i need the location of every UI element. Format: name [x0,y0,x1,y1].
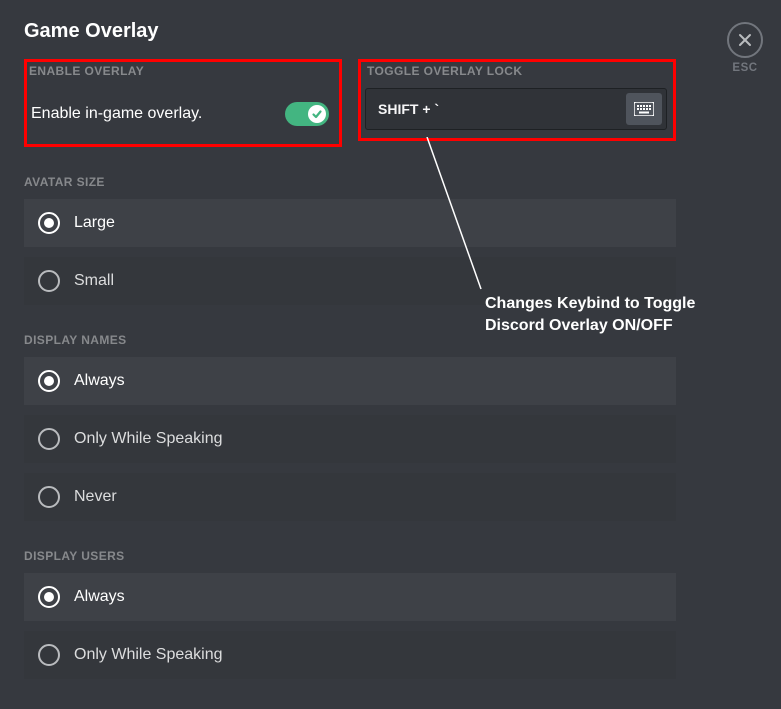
radio-icon [38,370,60,392]
radio-icon [38,586,60,608]
highlight-enable-overlay: ENABLE OVERLAY Enable in-game overlay. [24,59,342,147]
radio-label: Only While Speaking [74,430,223,448]
esc-label: ESC [727,62,763,74]
radio-label: Small [74,272,114,290]
radio-names-never[interactable]: Never [24,473,676,521]
enable-overlay-heading: ENABLE OVERLAY [29,64,337,78]
enable-overlay-label: Enable in-game overlay. [31,105,202,123]
keybind-input[interactable]: SHIFT + ` [365,88,667,130]
radio-users-always[interactable]: Always [24,573,676,621]
annotation-line1: Changes Keybind to Toggle [485,295,695,312]
radio-icon [38,486,60,508]
radio-label: Always [74,372,125,390]
radio-icon [38,270,60,292]
keyboard-icon [634,102,654,116]
display-users-heading: DISPLAY USERS [24,549,676,563]
annotation-text: Changes Keybind to Toggle Discord Overla… [485,293,695,336]
page-title: Game Overlay [24,20,676,43]
radio-icon [38,428,60,450]
keybind-value: SHIFT + ` [378,101,626,117]
display-names-group: Always Only While Speaking Never [24,357,676,521]
radio-users-speaking[interactable]: Only While Speaking [24,631,676,679]
radio-names-speaking[interactable]: Only While Speaking [24,415,676,463]
radio-label: Always [74,588,125,606]
record-keybind-button[interactable] [626,93,662,125]
radio-label: Large [74,214,115,232]
annotation-line2: Discord Overlay ON/OFF [485,317,673,334]
radio-names-always[interactable]: Always [24,357,676,405]
enable-overlay-toggle[interactable] [285,102,329,126]
close-button[interactable] [727,22,763,58]
avatar-size-heading: AVATAR SIZE [24,175,676,189]
check-icon [311,108,323,120]
avatar-size-group: Large Small [24,199,676,305]
toggle-knob [308,105,326,123]
toggle-lock-heading: TOGGLE OVERLAY LOCK [367,64,673,78]
radio-label: Never [74,488,117,506]
radio-icon [38,644,60,666]
display-users-group: Always Only While Speaking [24,573,676,679]
close-icon [737,32,753,48]
radio-label: Only While Speaking [74,646,223,664]
radio-icon [38,212,60,234]
highlight-toggle-lock: TOGGLE OVERLAY LOCK SHIFT + ` [358,59,676,141]
radio-avatar-large[interactable]: Large [24,199,676,247]
